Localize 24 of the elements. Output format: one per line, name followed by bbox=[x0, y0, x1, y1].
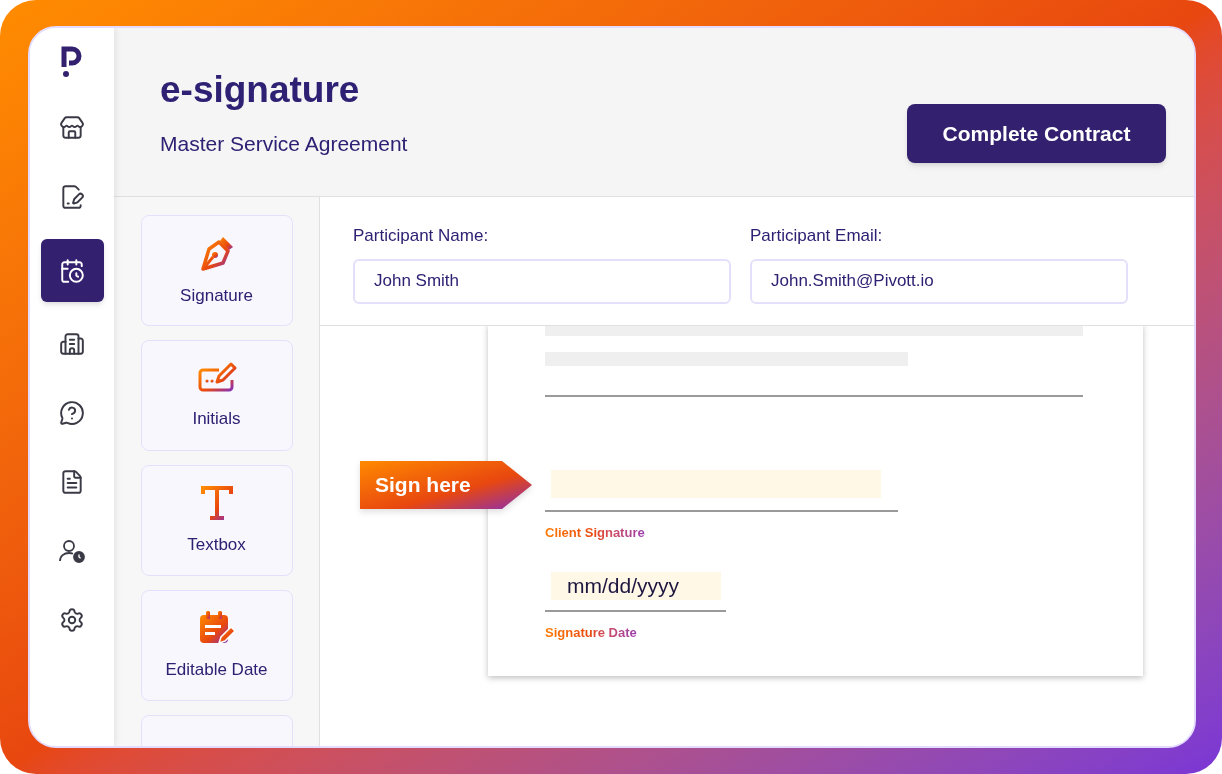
tool-card[interactable]: Signature bbox=[140, 215, 293, 326]
sign-here-tag: Sign here bbox=[360, 461, 532, 509]
document-subtitle: Master Service Agreement bbox=[160, 131, 408, 157]
text-t-icon bbox=[198, 483, 235, 522]
field-label: Participant Name: bbox=[353, 225, 490, 247]
building-icon bbox=[59, 331, 85, 357]
calendar-clock-icon bbox=[59, 257, 85, 284]
field-label: Participant Email: bbox=[750, 225, 884, 247]
settings-icon bbox=[59, 607, 85, 633]
nav-button[interactable] bbox=[40, 239, 104, 302]
signature-field[interactable] bbox=[551, 470, 881, 498]
help-chat-icon bbox=[59, 400, 85, 426]
date-field[interactable]: mm/dd/yyyy bbox=[551, 571, 721, 600]
document-icon bbox=[59, 469, 85, 495]
tool-card[interactable]: Editable Date bbox=[140, 590, 293, 701]
store-icon bbox=[59, 115, 85, 141]
signed-document-icon bbox=[59, 184, 85, 210]
tool-card[interactable]: Textbox bbox=[140, 465, 293, 576]
text-field[interactable]: John.Smith@Pivott.io bbox=[750, 258, 1128, 304]
complete-contract-button[interactable]: Complete Contract bbox=[907, 104, 1166, 163]
user-clock-icon bbox=[58, 538, 86, 564]
tool-card[interactable]: Initials bbox=[140, 340, 293, 451]
page-title: e-signature bbox=[160, 68, 361, 112]
text-field[interactable]: John Smith bbox=[353, 258, 731, 304]
